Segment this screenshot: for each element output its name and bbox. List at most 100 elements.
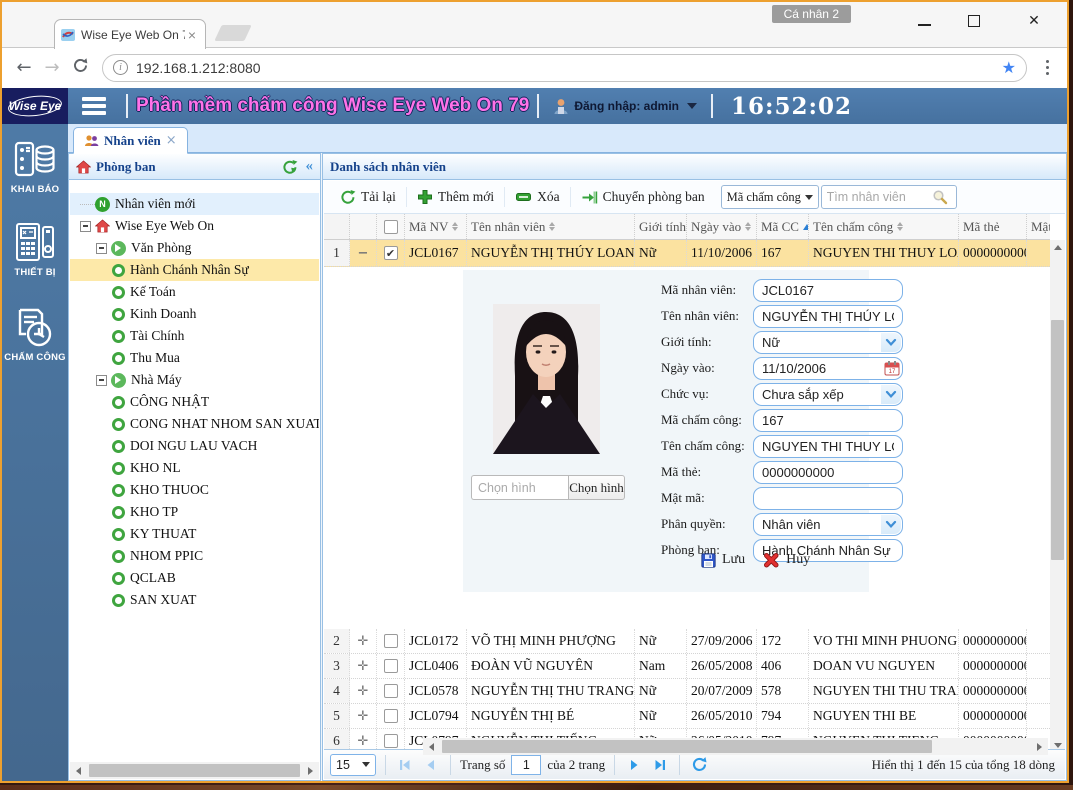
tree-item-new-employees[interactable]: NNhân viên mới (70, 193, 319, 215)
maximize-button[interactable] (959, 8, 989, 34)
cell-checkbox[interactable] (377, 704, 405, 728)
page-size-select[interactable]: 15 (330, 754, 376, 776)
cell-mat-ma[interactable] (1027, 654, 1050, 678)
cell-gioi-tinh[interactable]: Nam (635, 654, 687, 678)
add-new-button[interactable]: Thêm mới (409, 189, 502, 205)
save-button[interactable]: Lưu (701, 552, 745, 568)
collapse-panel-icon[interactable]: « (306, 158, 314, 175)
column-header-gioi-tinh[interactable]: Giới tính (635, 214, 687, 239)
cell-gioi-tinh[interactable]: Nữ (635, 704, 687, 728)
sidebar-label[interactable]: THIẾT BỊ (14, 267, 55, 278)
cell-checkbox[interactable] (377, 654, 405, 678)
cell-checkbox[interactable]: ✔ (377, 240, 405, 266)
tree-item-label[interactable]: KHO NL (130, 460, 181, 476)
cell-ma-nv[interactable]: JCL0406 (405, 654, 467, 678)
forward-icon[interactable]: → (38, 57, 66, 78)
scroll-right-icon[interactable] (302, 762, 319, 779)
sidebar-item-thiet-bi[interactable]: THIẾT BỊ (2, 195, 68, 278)
scroll-left-icon[interactable] (70, 762, 87, 779)
tree-item-label[interactable]: Kinh Doanh (130, 306, 196, 322)
tree-item-qclab[interactable]: QCLAB (70, 567, 319, 589)
cell-ma-nv[interactable]: JCL0172 (405, 629, 467, 653)
tree-item-label[interactable]: KHO TP (130, 504, 178, 520)
tab-close-icon[interactable]: × (185, 27, 199, 43)
sort-icon[interactable] (897, 222, 903, 231)
sort-icon[interactable] (745, 222, 751, 231)
tree-item-cong-nhat-nhom-san-xuat[interactable]: CONG NHAT NHOM SAN XUAT (70, 413, 319, 435)
tree-item-nha-may[interactable]: Nhà Máy (70, 369, 319, 391)
row-collapse-toggle[interactable]: − (350, 240, 377, 266)
minimize-button[interactable] (909, 8, 939, 34)
tab-close-icon[interactable]: × (166, 133, 177, 148)
reload-icon[interactable] (66, 57, 94, 79)
cell-ten-nhan-vien[interactable]: ĐOÀN VŨ NGUYÊN (467, 654, 635, 678)
save-label[interactable]: Lưu (722, 552, 745, 568)
cell-mat-ma[interactable] (1027, 679, 1050, 703)
select-all-checkbox[interactable] (384, 220, 398, 234)
delete-button[interactable]: Xóa (507, 189, 568, 205)
tree-item-tai-chinh[interactable]: Tài Chính (70, 325, 319, 347)
tree-expander-icon[interactable] (80, 221, 91, 232)
cell-ma-cc[interactable]: 172 (757, 629, 809, 653)
browser-menu-icon[interactable] (1037, 60, 1057, 75)
tree-item-label[interactable]: KHO THUOC (130, 482, 209, 498)
mat-ma-input[interactable] (753, 487, 903, 510)
scroll-left-icon[interactable] (423, 738, 440, 755)
choose-image-input[interactable] (471, 475, 568, 500)
sidebar-label[interactable]: KHAI BÁO (11, 184, 60, 195)
employee-row[interactable]: 2 ✛ JCL0172 VÕ THỊ MINH PHƯỢNG Nữ 27/09/… (324, 629, 1050, 654)
cell-mat-ma[interactable] (1027, 240, 1050, 266)
cell-gioi-tinh[interactable]: Nữ (635, 240, 687, 266)
tree-item-label[interactable]: KY THUAT (130, 526, 196, 542)
tree-item-root[interactable]: Wise Eye Web On (70, 215, 319, 237)
row-checkbox-checked[interactable]: ✔ (384, 246, 398, 260)
cell-ten-nhan-vien[interactable]: VÕ THỊ MINH PHƯỢNG (467, 629, 635, 653)
last-page-button[interactable] (650, 755, 670, 775)
previous-page-button[interactable] (421, 755, 441, 775)
row-expand-toggle[interactable]: ✛ (350, 654, 377, 678)
scroll-thumb[interactable] (442, 740, 932, 753)
tree-item-label[interactable]: Hành Chánh Nhân Sự (130, 262, 249, 278)
tree-item-hanh-chanh-nhan-su[interactable]: Hành Chánh Nhân Sự (70, 259, 319, 281)
cell-checkbox[interactable] (377, 629, 405, 653)
browser-tab[interactable]: Wise Eye Web On 79 × (54, 19, 206, 49)
cell-ngay-vao[interactable]: 26/05/2008 (687, 654, 757, 678)
tree-expander-icon[interactable] (96, 243, 107, 254)
move-department-label[interactable]: Chuyển phòng ban (603, 189, 705, 205)
column-header-ngay-vao[interactable]: Ngày vào (687, 214, 757, 239)
ma-nhan-vien-input[interactable] (753, 279, 903, 302)
tree-item-van-phong[interactable]: Văn Phòng (70, 237, 319, 259)
first-page-button[interactable] (395, 755, 415, 775)
cell-ten-cham-cong[interactable]: NGUYEN THI THUY LOAN (809, 240, 959, 266)
tree-item-label[interactable]: Tài Chính (130, 328, 184, 344)
row-checkbox[interactable] (384, 734, 398, 748)
sidebar-label[interactable]: CHẤM CÔNG (4, 352, 65, 363)
sort-icon[interactable] (452, 222, 458, 231)
cell-ma-cc[interactable]: 406 (757, 654, 809, 678)
cell-gioi-tinh[interactable]: Nữ (635, 629, 687, 653)
cell-ma-the[interactable]: 0000000000 (959, 240, 1027, 266)
tree-horizontal-scrollbar[interactable] (70, 762, 319, 779)
new-tab-button[interactable] (214, 25, 251, 41)
tree-item-label[interactable]: CONG NHAT NHOM SAN XUAT (130, 416, 319, 432)
scroll-thumb[interactable] (1051, 320, 1064, 560)
ngay-vao-input[interactable] (753, 357, 903, 380)
column-header-mat-ma[interactable]: Mật mã (1027, 214, 1050, 239)
sidebar-item-cham-cong[interactable]: CHẤM CÔNG (2, 278, 68, 363)
sort-icon[interactable] (549, 222, 555, 231)
cell-ma-cc[interactable]: 167 (757, 240, 809, 266)
tree-refresh-icon[interactable] (282, 159, 298, 175)
column-header-ma-nv[interactable]: Mã NV (405, 214, 467, 239)
select-chevron-icon[interactable] (881, 515, 901, 534)
search-icon[interactable] (932, 189, 948, 205)
tree-item-label[interactable]: SAN XUAT (130, 592, 196, 608)
row-expand-toggle[interactable]: ✛ (350, 704, 377, 728)
row-checkbox[interactable] (384, 709, 398, 723)
search-field-value[interactable]: Mã chấm công (727, 190, 805, 205)
tab-label[interactable]: Nhân viên (104, 133, 161, 149)
scroll-right-icon[interactable] (1031, 738, 1048, 755)
tree-item-cong-nhat[interactable]: CÔNG NHẬT (70, 391, 319, 413)
tree-item-san-xuat[interactable]: SAN XUAT (70, 589, 319, 611)
calendar-icon[interactable]: 17 (884, 360, 900, 381)
row-checkbox[interactable] (384, 684, 398, 698)
